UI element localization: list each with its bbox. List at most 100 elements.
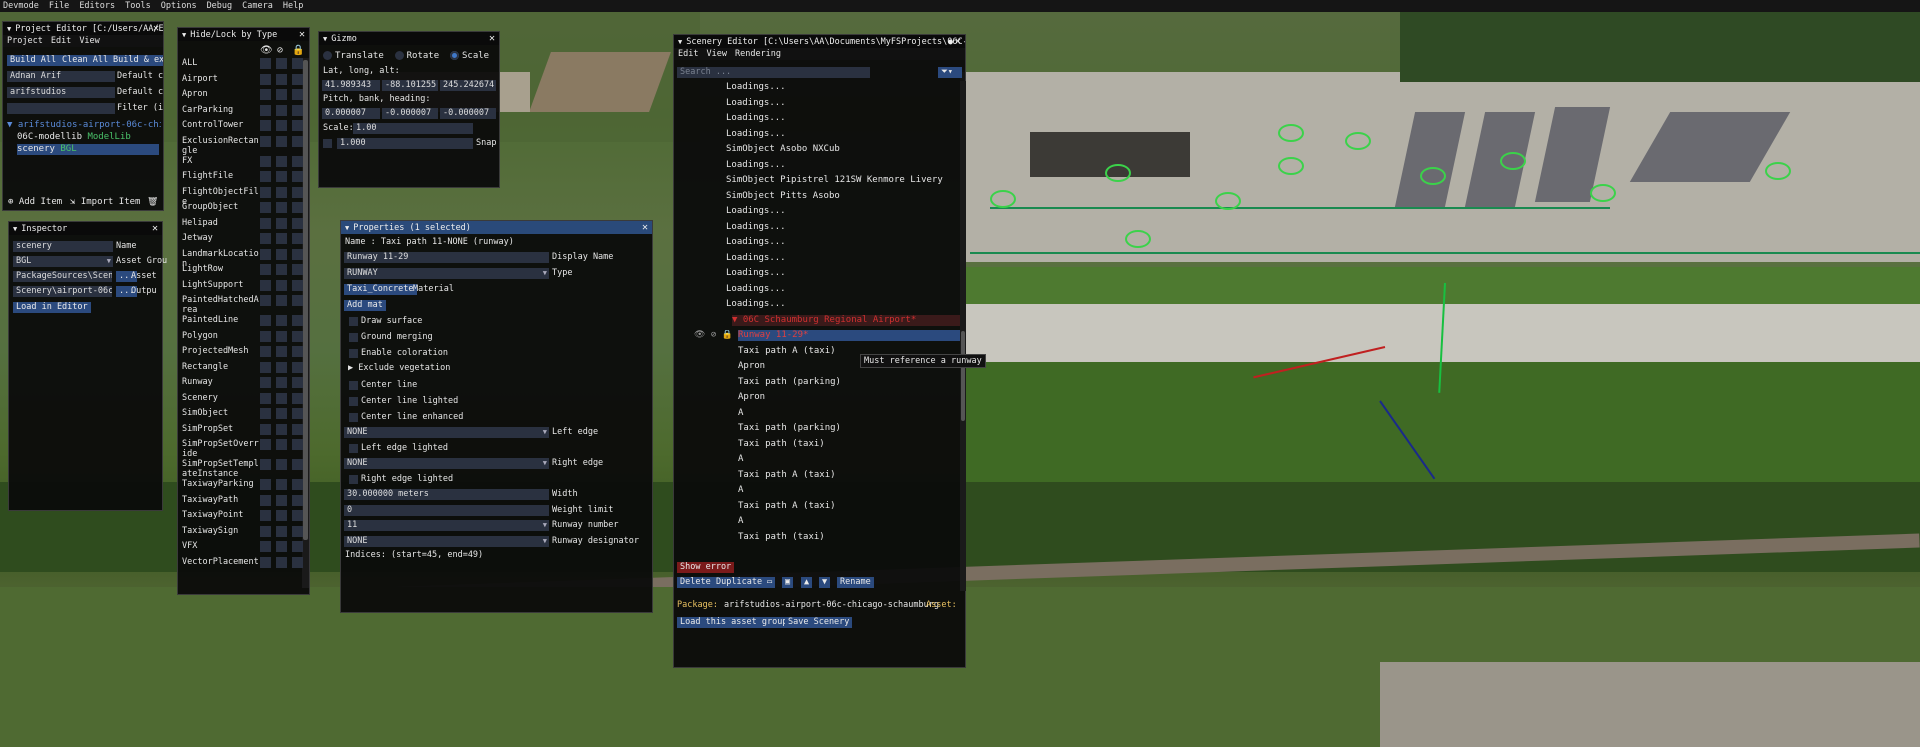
right-edge-select[interactable]: NONE <box>344 458 549 469</box>
lock-checkbox[interactable] <box>292 556 303 568</box>
lock-checkbox[interactable] <box>292 120 303 131</box>
save-scenery-button[interactable]: Save Scenery <box>785 617 853 628</box>
altitude-field[interactable]: 245.242674 <box>440 80 496 91</box>
close-icon[interactable]: ✕ <box>642 221 648 234</box>
eye-icon[interactable]: 👁 <box>694 330 705 340</box>
expand-arrow-icon[interactable]: ▼ <box>732 315 737 325</box>
snap-checkbox[interactable] <box>323 139 332 148</box>
trash-icon[interactable]: 🗑 <box>147 197 158 208</box>
tree-item[interactable]: SimObject Pipistrel 121SW Kenmore Livery <box>726 175 956 186</box>
search-input[interactable]: Search ... <box>677 67 870 78</box>
hide-checkbox[interactable] <box>260 248 271 260</box>
tree-child-item[interactable]: A <box>738 408 960 419</box>
freeze-checkbox[interactable] <box>276 423 287 435</box>
hide-checkbox[interactable] <box>260 392 271 404</box>
hide-checkbox[interactable] <box>260 171 271 182</box>
tree-child-item[interactable]: Taxi path A (taxi) <box>738 470 960 481</box>
freeze-checkbox[interactable] <box>276 233 287 244</box>
filter-field[interactable] <box>7 103 115 114</box>
company-field[interactable]: arifstudios <box>7 87 115 98</box>
lock-checkbox[interactable] <box>292 330 303 342</box>
move-down-icon[interactable]: ▼ <box>819 577 831 588</box>
hide-checkbox[interactable] <box>260 89 271 100</box>
tree-item[interactable]: Loadings... <box>726 206 956 217</box>
menu-view[interactable]: View <box>79 36 99 46</box>
tree-child-item[interactable]: Taxi path A (taxi) <box>738 501 960 512</box>
add-material-button[interactable]: Add mat <box>344 300 386 311</box>
eye-slash-icon[interactable]: ⊘ <box>711 330 716 340</box>
delete-button[interactable]: Delete <box>677 577 714 588</box>
freeze-checkbox[interactable] <box>276 171 287 182</box>
scenery-editor-titlebar[interactable]: ▼ Scenery Editor [C:\Users\AA\Documents\… <box>674 35 965 48</box>
exclude-vegetation-toggle[interactable]: ▶ Exclude vegetation <box>348 363 450 374</box>
lock-checkbox[interactable] <box>292 525 303 537</box>
lock-checkbox[interactable] <box>292 202 303 213</box>
output-path-field[interactable]: Scenery\airport-06c-c <box>13 286 112 297</box>
parking-spot-marker[interactable] <box>1278 124 1304 142</box>
freeze-checkbox[interactable] <box>276 479 287 490</box>
folder-icon[interactable]: ▭ <box>764 577 776 588</box>
name-field[interactable]: scenery <box>13 241 113 252</box>
filter-icon[interactable]: ⏷▾ <box>938 67 962 78</box>
parking-spot-marker[interactable] <box>990 190 1016 208</box>
tree-root[interactable]: ▼ arifstudios-airport-06c-chic <box>7 120 161 131</box>
close-icon[interactable]: ✕ <box>153 22 159 35</box>
scrollbar-thumb[interactable] <box>961 331 965 421</box>
menu-debug[interactable]: Debug <box>207 1 233 11</box>
parking-spot-marker[interactable] <box>1500 152 1526 170</box>
hide-checkbox[interactable] <box>260 556 271 568</box>
duplicate-button[interactable]: Duplicate <box>713 577 766 588</box>
tree-child-item[interactable]: A <box>738 454 960 465</box>
lock-checkbox[interactable] <box>292 73 303 85</box>
hide-checkbox[interactable] <box>260 459 271 470</box>
tree-item[interactable]: Loadings... <box>726 98 956 109</box>
menu-help[interactable]: Help <box>283 1 303 11</box>
hide-checkbox[interactable] <box>260 439 271 450</box>
translate-radio[interactable]: Translate <box>323 51 384 61</box>
scrollbar-thumb[interactable] <box>303 60 308 540</box>
scale-radio[interactable]: Scale <box>449 51 489 61</box>
tree-item[interactable]: SimObject Pitts Asobo <box>726 191 956 202</box>
hide-checkbox[interactable] <box>260 155 271 167</box>
freeze-checkbox[interactable] <box>276 541 287 552</box>
lock-checkbox[interactable] <box>292 439 303 450</box>
lock-checkbox[interactable] <box>292 58 303 69</box>
build-export-button[interactable]: Build & ex <box>110 55 163 66</box>
runway-designator-select[interactable]: NONE <box>344 536 549 547</box>
lock-checkbox[interactable] <box>292 494 303 506</box>
tree-item[interactable]: SimObject Asobo NXCub <box>726 144 956 155</box>
freeze-checkbox[interactable] <box>276 120 287 131</box>
longitude-field[interactable]: -88.101255 <box>382 80 438 91</box>
tree-item[interactable]: Loadings... <box>726 113 956 124</box>
hide-checkbox[interactable] <box>260 217 271 229</box>
parking-spot-marker[interactable] <box>1420 167 1446 185</box>
lock-checkbox[interactable] <box>292 233 303 244</box>
freeze-checkbox[interactable] <box>276 73 287 85</box>
freeze-checkbox[interactable] <box>276 494 287 506</box>
asset-group-select[interactable]: BGL <box>13 256 113 267</box>
hide-checkbox[interactable] <box>260 58 271 69</box>
lock-checkbox[interactable] <box>292 155 303 167</box>
hide-checkbox[interactable] <box>260 295 271 306</box>
hide-checkbox[interactable] <box>260 525 271 537</box>
creator-field[interactable]: Adnan Arif <box>7 71 115 82</box>
hide-checkbox[interactable] <box>260 233 271 244</box>
lock-checkbox[interactable] <box>292 279 303 291</box>
hide-checkbox[interactable] <box>260 423 271 435</box>
tree-item[interactable]: Loadings... <box>726 253 956 264</box>
lock-checkbox[interactable] <box>292 479 303 490</box>
lock-checkbox[interactable] <box>292 171 303 182</box>
tree-item[interactable]: scenery BGL <box>17 144 159 155</box>
heading-field[interactable]: -0.000007 <box>440 108 496 119</box>
hide-lock-titlebar[interactable]: ▼ Hide/Lock by Type ✕ <box>178 28 309 41</box>
tree-item[interactable]: Loadings... <box>726 299 956 310</box>
runway-number-select[interactable]: 11 <box>344 520 549 531</box>
selected-runway-item[interactable]: Runway 11-29* <box>738 330 960 341</box>
freeze-checkbox[interactable] <box>276 459 287 470</box>
parking-spot-marker[interactable] <box>1125 230 1151 248</box>
type-select[interactable]: RUNWAY <box>344 268 549 279</box>
freeze-checkbox[interactable] <box>276 104 287 116</box>
freeze-checkbox[interactable] <box>276 202 287 213</box>
ground-merging-checkbox[interactable] <box>349 333 358 342</box>
lock-checkbox[interactable] <box>292 392 303 404</box>
